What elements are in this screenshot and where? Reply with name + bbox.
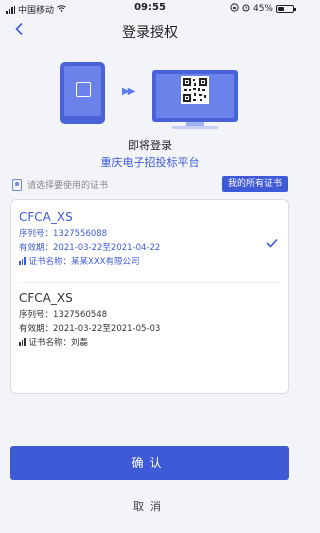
cancel-button[interactable]: 取消 <box>0 498 300 514</box>
nav-bar: 登录授权 <box>0 16 300 46</box>
cert-serial: 1327560548 <box>53 310 108 320</box>
lock-rotation-icon <box>230 3 239 15</box>
cert-item[interactable]: CFCA_XS 序列号：1327556088 有效期：2021-03-22至20… <box>19 210 280 269</box>
bar-chart-icon <box>19 257 26 265</box>
cert-item[interactable]: CFCA_XS 序列号：1327560548 有效期：2021-03-22至20… <box>19 291 280 350</box>
login-title: 即将登录 <box>128 139 172 152</box>
battery-icon <box>276 5 296 13</box>
monitor-icon <box>152 70 238 122</box>
cert-hint: 请选择要使用的证书 <box>12 178 108 191</box>
cert-validity: 2021-03-22至2021-05-03 <box>53 324 161 334</box>
cert-list: CFCA_XS 序列号：1327556088 有效期：2021-03-22至20… <box>10 199 289 394</box>
certificate-icon <box>12 178 22 191</box>
arrow-icon: ▶▶ <box>122 86 135 97</box>
platform-name: 重庆电子招投标平台 <box>100 156 200 169</box>
status-bar: 中国移动 09:55 45% <box>0 0 300 16</box>
cert-name: CFCA_XS <box>19 291 73 305</box>
bar-chart-icon <box>19 338 26 346</box>
cert-validity: 2021-03-22至2021-04-22 <box>53 243 161 253</box>
scan-illustration: ▶▶ <box>60 62 240 130</box>
cert-holder: 某某XXX有限公司 <box>71 257 140 267</box>
cert-holder: 刘磊 <box>71 338 89 348</box>
cert-name: CFCA_XS <box>19 210 73 224</box>
confirm-button[interactable]: 确认 <box>10 446 289 480</box>
divider <box>19 282 280 283</box>
cert-hint-label: 请选择要使用的证书 <box>27 181 109 191</box>
page-title: 登录授权 <box>122 25 178 41</box>
all-certs-button[interactable]: 我的所有证书 <box>221 176 288 192</box>
alarm-icon <box>242 3 250 15</box>
scan-frame-icon <box>76 82 91 97</box>
cert-serial: 1327556088 <box>53 229 108 239</box>
battery-percent: 45% <box>252 4 273 14</box>
phone-icon <box>60 62 105 124</box>
check-icon <box>266 233 278 252</box>
qr-code-icon <box>181 76 209 104</box>
